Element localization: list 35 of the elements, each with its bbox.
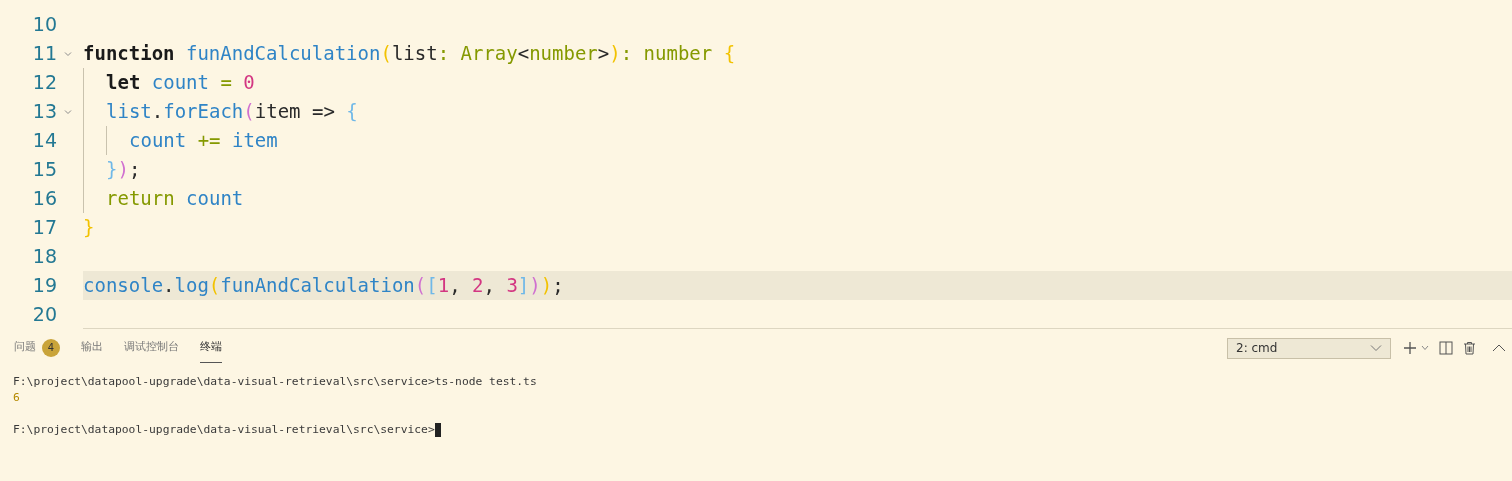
panel-tab[interactable]: 问题 4 (14, 333, 60, 363)
code-line: count += item (129, 128, 278, 154)
terminal-output: 6 (13, 390, 20, 406)
trash-icon[interactable] (1463, 341, 1476, 355)
code-line: function funAndCalculation(list: Array<number>): number { (83, 41, 736, 67)
terminal-command: F:\project\datapool-upgrade\data-visual-retrieval\src\service>ts-node test.ts (13, 374, 537, 390)
chevron-up-icon[interactable] (1492, 343, 1506, 353)
split-icon[interactable] (1439, 341, 1453, 355)
line-number: 12 (31, 70, 57, 96)
line-number: 18 (31, 244, 57, 270)
chevron-down-icon[interactable] (1421, 345, 1429, 351)
code-line: list.forEach(item => { (106, 99, 358, 125)
panel-tab[interactable]: 终端 (200, 333, 222, 363)
panel-tab[interactable]: 输出 (81, 333, 103, 363)
line-number: 15 (31, 157, 57, 183)
plus-icon[interactable] (1403, 341, 1417, 355)
code-line: console.log(funAndCalculation([1, 2, 3])); (83, 273, 564, 299)
terminal[interactable]: F:\project\datapool-upgrade\data-visual-retrieval\src\service>ts-node test.ts 6 F:\project\datapool-upgrade\data-visual-retrieval\src\service> (0, 367, 1512, 481)
code-line: let count = 0 (106, 70, 255, 96)
terminal-select[interactable]: 2: cmd (1227, 337, 1391, 359)
terminal-command: F:\project\datapool-upgrade\data-visual-retrieval\src\service> (13, 422, 435, 438)
line-number: 20 (31, 302, 57, 328)
line-number: 19 (31, 273, 57, 299)
line-number: 16 (31, 186, 57, 212)
code-line: } (83, 215, 95, 241)
line-number: 13 (31, 99, 57, 125)
count-badge: 4 (42, 338, 60, 357)
line-number: 17 (31, 215, 57, 241)
code-line: return count (106, 186, 244, 212)
chevron-down-icon (1370, 344, 1382, 352)
line-number: 11 (31, 41, 57, 67)
line-number: 14 (31, 128, 57, 154)
panel-tab[interactable]: 调试控制台 (124, 333, 179, 363)
line-number: 10 (31, 12, 57, 38)
code-line: }); (106, 157, 141, 183)
